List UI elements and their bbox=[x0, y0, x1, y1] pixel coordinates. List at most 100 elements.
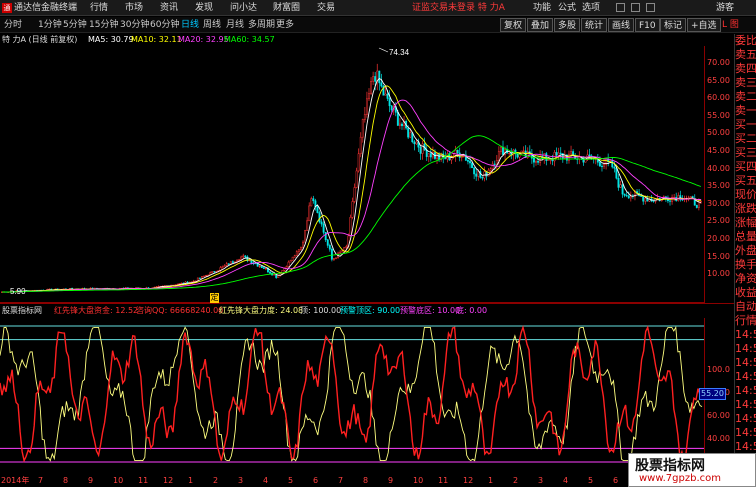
candle-body bbox=[413, 141, 416, 145]
menu-gongneng[interactable]: 功能 bbox=[533, 0, 551, 16]
candle-body bbox=[689, 196, 692, 199]
tab-15min[interactable]: 15分钟 bbox=[89, 17, 118, 33]
side-label: 卖三 bbox=[735, 76, 756, 89]
candle-body bbox=[365, 98, 368, 115]
menu-caifuquan[interactable]: 财富圈 bbox=[273, 0, 300, 16]
candle-body bbox=[522, 150, 525, 152]
candle-body bbox=[368, 93, 370, 100]
indicator-chart[interactable] bbox=[0, 318, 705, 474]
price-tick: 55.00 bbox=[707, 110, 730, 120]
candle-body bbox=[205, 275, 208, 277]
candle-body bbox=[407, 127, 410, 138]
draw-button[interactable]: 画线 bbox=[608, 18, 635, 32]
candle-body bbox=[625, 195, 628, 197]
tab-more[interactable]: 更多 bbox=[276, 17, 294, 33]
watermark-title: 股票指标网 bbox=[635, 458, 705, 474]
menu-xuanxiang[interactable]: 选项 bbox=[582, 0, 600, 16]
tab-30min[interactable]: 30分钟 bbox=[120, 17, 149, 33]
candle-body bbox=[619, 184, 622, 188]
mark-button[interactable]: 标记 bbox=[660, 18, 687, 32]
side-label: 净资 bbox=[735, 272, 756, 285]
menu-wenxiaoda[interactable]: 问小达 bbox=[230, 0, 257, 16]
side-label: 14:5 bbox=[735, 342, 756, 355]
side-label: 14:5 bbox=[735, 356, 756, 369]
candle-body bbox=[497, 151, 500, 161]
menu-jiaoyi[interactable]: 交易 bbox=[317, 0, 335, 16]
menu-bar: 通 通达信金融终端 行情 市场 资讯 发现 问小达 财富圈 交易 证监交易未登录… bbox=[0, 0, 756, 16]
date-tick: 3 bbox=[238, 476, 244, 485]
candle-body bbox=[415, 141, 418, 145]
date-axis: 2014年789101112123456789101112123456789 bbox=[0, 474, 734, 487]
price-tick: 30.00 bbox=[707, 198, 730, 208]
tab-monthly[interactable]: 月线 bbox=[226, 17, 244, 33]
candle-body bbox=[615, 168, 618, 179]
tab-daily[interactable]: 日线 bbox=[181, 17, 199, 33]
candle-body bbox=[349, 217, 352, 237]
candle-body bbox=[289, 260, 292, 263]
indicator-name[interactable]: 股票指标网 bbox=[2, 304, 42, 318]
tab-fenshi[interactable]: 分时 bbox=[4, 17, 22, 33]
menu-zixun[interactable]: 资讯 bbox=[160, 0, 178, 16]
tab-60min[interactable]: 60分钟 bbox=[150, 17, 179, 33]
ind-top: 顶: 100.00 bbox=[300, 306, 342, 315]
candle-body bbox=[532, 158, 535, 163]
candle-body bbox=[223, 265, 226, 267]
candle-body bbox=[444, 157, 447, 160]
candle-body bbox=[287, 261, 290, 267]
date-tick: 9 bbox=[88, 476, 94, 485]
minimize-icon[interactable] bbox=[616, 3, 625, 12]
tab-1min[interactable]: 1分钟 bbox=[38, 17, 62, 33]
high-label: 74.34 bbox=[389, 48, 410, 57]
candle-body bbox=[293, 255, 296, 258]
candle-body bbox=[374, 76, 377, 82]
stock-title: 特 力A (日线 前复权) bbox=[2, 35, 78, 44]
candle-body bbox=[330, 248, 333, 260]
side-label: 涨跌 bbox=[735, 202, 756, 215]
maximize-icon[interactable] bbox=[631, 3, 640, 12]
date-tick: 7 bbox=[338, 476, 344, 485]
candle-body bbox=[318, 212, 321, 223]
candle-body bbox=[421, 143, 424, 154]
side-label: 现价 bbox=[735, 188, 756, 201]
stats-button[interactable]: 统计 bbox=[581, 18, 608, 32]
ma-line-60 bbox=[1, 135, 702, 293]
tab-5min[interactable]: 5分钟 bbox=[63, 17, 87, 33]
candle-body bbox=[489, 168, 492, 171]
candle-body bbox=[308, 205, 311, 222]
candle-body bbox=[328, 245, 331, 250]
f10-button[interactable]: F10 bbox=[635, 18, 660, 32]
candle-body bbox=[339, 251, 342, 254]
side-label: 卖二 bbox=[735, 90, 756, 103]
candle-body bbox=[436, 153, 438, 159]
close-icon[interactable] bbox=[646, 3, 655, 12]
menu-gongshi[interactable]: 公式 bbox=[558, 0, 576, 16]
candle-body bbox=[427, 153, 430, 157]
candle-body bbox=[469, 161, 471, 164]
user-label[interactable]: 游客 bbox=[716, 0, 734, 16]
multi-stock-button[interactable]: 多股 bbox=[554, 18, 581, 32]
fuquan-button[interactable]: 复权 bbox=[500, 18, 527, 32]
date-tick: 12 bbox=[163, 476, 174, 485]
candlestick-chart[interactable]: 74.34 5.90 bbox=[0, 46, 705, 303]
date-tick: 8 bbox=[363, 476, 369, 485]
menu-shichang[interactable]: 市场 bbox=[125, 0, 143, 16]
menu-hangqing[interactable]: 行情 bbox=[90, 0, 108, 16]
overlay-button[interactable]: 叠加 bbox=[527, 18, 554, 32]
tab-weekly[interactable]: 周线 bbox=[203, 17, 221, 33]
candle-body bbox=[388, 98, 391, 107]
candle-body bbox=[201, 276, 203, 279]
candle-body bbox=[396, 112, 399, 126]
date-tick: 6 bbox=[313, 476, 319, 485]
event-marker[interactable]: 定 bbox=[210, 293, 219, 303]
tab-multi-period[interactable]: 多周期 bbox=[248, 17, 275, 33]
date-tick: 10 bbox=[413, 476, 424, 485]
high-pointer bbox=[378, 47, 389, 53]
candle-body bbox=[429, 153, 432, 158]
side-label: 买一 bbox=[735, 118, 756, 131]
candle-body bbox=[390, 105, 393, 111]
add-watchlist-button[interactable]: +自选 bbox=[687, 18, 721, 32]
price-tick: 25.00 bbox=[707, 216, 730, 226]
menu-faxian[interactable]: 发现 bbox=[195, 0, 213, 16]
login-alert[interactable]: 证监交易未登录 特 力A bbox=[412, 0, 505, 16]
side-label: 卖四 bbox=[735, 62, 756, 75]
